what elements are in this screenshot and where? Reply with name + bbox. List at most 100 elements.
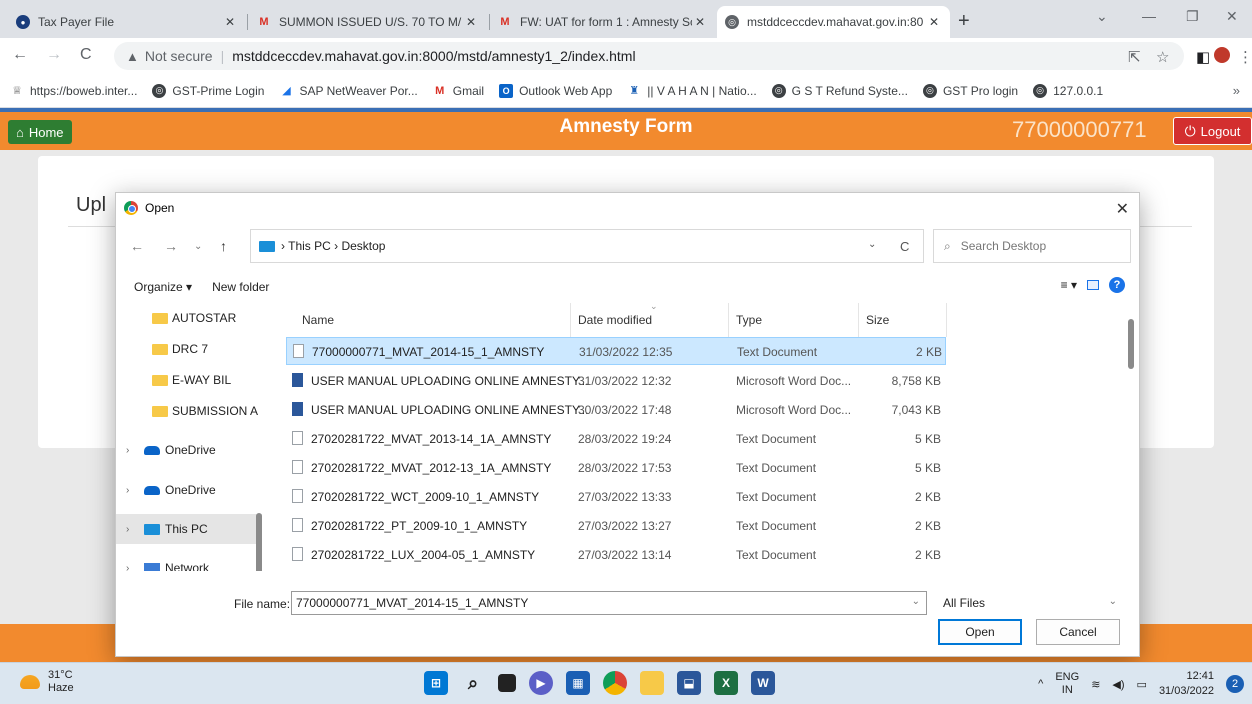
bookmark-sap[interactable]: ◢ SAP NetWeaver Por...	[279, 84, 418, 98]
file-row[interactable]: 77000000771_MVAT_2014-15_1_AMNSTY 31/03/…	[286, 337, 946, 365]
organize-button[interactable]: Organize ▾	[134, 280, 192, 294]
chrome-icon[interactable]	[603, 671, 627, 695]
open-button[interactable]: Open	[938, 619, 1022, 645]
bookmark-boweb[interactable]: ♕ https://boweb.inter...	[10, 84, 137, 98]
preview-pane-icon[interactable]	[1087, 280, 1099, 290]
bookmark-localhost[interactable]: ◎ 127.0.0.1	[1033, 83, 1103, 98]
bookmark-gst-refund[interactable]: ◎ G S T Refund Syste...	[771, 83, 908, 98]
forward-button[interactable]: →	[46, 46, 62, 64]
address-bar[interactable]: ▲ Not secure | mstddceccdev.mahavat.gov.…	[114, 42, 1184, 70]
bookmark-gst-prime[interactable]: ◎ GST-Prime Login	[152, 83, 264, 98]
file-row[interactable]: 27020281722_MVAT_2013-14_1A_AMNSTY 28/03…	[286, 425, 946, 453]
column-divider[interactable]	[858, 303, 859, 337]
language-indicator[interactable]: ENG IN	[1055, 671, 1079, 697]
view-options-icon[interactable]: ≡ ▾	[1061, 278, 1077, 292]
minimize-button[interactable]: —	[1142, 8, 1156, 24]
star-icon[interactable]: ☆	[1156, 48, 1169, 66]
logout-button[interactable]: ⏻ Logout	[1173, 117, 1252, 145]
reload-button[interactable]: C	[80, 46, 92, 64]
tab-uat[interactable]: M FW: UAT for form 1 : Amnesty Sc ✕	[490, 6, 716, 38]
search-input[interactable]: ⌕ Search Desktop	[933, 229, 1131, 263]
file-type-select[interactable]: All Files ⌄	[937, 591, 1123, 615]
new-tab-button[interactable]: +	[958, 10, 970, 33]
chevron-down-icon[interactable]: ⌄	[868, 239, 876, 250]
file-list-scrollbar[interactable]	[1128, 319, 1134, 369]
chevron-down-icon[interactable]: ⌄	[1109, 596, 1117, 607]
close-icon[interactable]: ✕	[692, 15, 708, 29]
back-button[interactable]: ←	[12, 46, 28, 64]
column-header-name[interactable]: Name	[302, 303, 334, 337]
start-icon[interactable]: ⊞	[424, 671, 448, 695]
nav-item-this-pc[interactable]: › This PC	[116, 514, 262, 544]
share-icon[interactable]: ⇱	[1128, 48, 1141, 66]
new-folder-button[interactable]: New folder	[212, 280, 269, 294]
chevron-right-icon[interactable]: ›	[126, 524, 140, 535]
chevron-up-icon[interactable]: ^	[1038, 678, 1043, 690]
column-header-date[interactable]: Date modified	[578, 303, 652, 337]
bookmark-gmail[interactable]: M Gmail	[433, 84, 484, 98]
tab-summon[interactable]: M SUMMON ISSUED U/S. 70 TO M/ ✕	[249, 6, 487, 38]
search-icon[interactable]: ⌕	[461, 671, 485, 695]
file-name-input[interactable]: 77000000771_MVAT_2014-15_1_AMNSTY ⌄	[291, 591, 927, 615]
close-icon[interactable]: ✕	[926, 15, 942, 29]
column-divider[interactable]	[946, 303, 947, 337]
volume-icon[interactable]: ◀)	[1112, 678, 1124, 691]
tab-mstd-active[interactable]: ◎ mstddceccdev.mahavat.gov.in:80 ✕	[717, 6, 950, 38]
file-row[interactable]: 27020281722_WCT_2009-10_1_AMNSTY 27/03/2…	[286, 483, 946, 511]
chevron-right-icon[interactable]: ›	[126, 445, 140, 456]
refresh-icon[interactable]: C	[900, 239, 909, 254]
up-button[interactable]: ↑	[220, 238, 227, 254]
chevron-down-icon[interactable]: ⌄	[912, 596, 920, 607]
nav-item-onedrive-2[interactable]: › OneDrive	[116, 475, 262, 505]
excel-icon[interactable]: X	[714, 671, 738, 695]
window-close-button[interactable]: ✕	[1226, 8, 1238, 25]
help-icon[interactable]: ?	[1109, 277, 1125, 293]
more-bookmarks-icon[interactable]: »	[1233, 83, 1240, 98]
restore-button[interactable]: ❐	[1186, 8, 1199, 25]
widgets-icon[interactable]: ▦	[566, 671, 590, 695]
avatar[interactable]	[1214, 47, 1230, 63]
file-row[interactable]: USER MANUAL UPLOADING ONLINE AMNESTY... …	[286, 396, 946, 424]
path-bar[interactable]: › This PC › Desktop	[250, 229, 924, 263]
column-header-type[interactable]: Type	[736, 303, 762, 337]
forward-button[interactable]: →	[164, 238, 178, 254]
file-row[interactable]: USER MANUAL UPLOADING ONLINE AMNESTY... …	[286, 367, 946, 395]
chevron-right-icon[interactable]: ›	[126, 563, 140, 572]
dialog-close-button[interactable]: ✕	[1116, 199, 1129, 219]
nav-item-submission[interactable]: SUBMISSION A	[116, 396, 262, 426]
bookmark-vahan[interactable]: ♜ || V A H A N | Natio...	[627, 84, 756, 98]
chat-icon[interactable]: ▶	[529, 671, 553, 695]
file-row[interactable]: 27020281722_MVAT_2012-13_1A_AMNSTY 28/03…	[286, 454, 946, 482]
back-button[interactable]: ←	[130, 238, 144, 254]
nav-scrollbar[interactable]	[256, 513, 262, 571]
nav-item-onedrive[interactable]: › OneDrive	[116, 435, 262, 465]
close-icon[interactable]: ✕	[463, 15, 479, 29]
tab-tax-payer-file[interactable]: ● Tax Payer File ✕	[8, 6, 246, 38]
column-divider[interactable]	[570, 303, 571, 337]
close-icon[interactable]: ✕	[222, 15, 238, 29]
menu-icon[interactable]: ⋮	[1238, 48, 1252, 66]
cancel-button[interactable]: Cancel	[1036, 619, 1120, 645]
column-divider[interactable]	[728, 303, 729, 337]
task-view-icon[interactable]	[498, 674, 516, 692]
file-row[interactable]: 27020281722_PT_2009-10_1_AMNSTY 27/03/20…	[286, 512, 946, 540]
column-header-size[interactable]: Size	[866, 303, 889, 337]
file-row[interactable]: 27020281722_LUX_2004-05_1_AMNSTY 27/03/2…	[286, 541, 946, 569]
clock[interactable]: 12:41 31/03/2022	[1159, 669, 1214, 699]
recent-dropdown-icon[interactable]: ⌄	[194, 241, 202, 252]
chevron-right-icon[interactable]: ›	[126, 485, 140, 496]
weather-widget[interactable]: 31°C Haze	[20, 669, 74, 695]
bookmark-outlook[interactable]: O Outlook Web App	[499, 83, 612, 98]
battery-icon[interactable]: ▭	[1137, 678, 1147, 691]
notification-badge[interactable]: 2	[1226, 675, 1244, 693]
word-icon[interactable]: W	[751, 671, 775, 695]
file-explorer-icon[interactable]	[640, 671, 664, 695]
bookmark-gst-pro[interactable]: ◎ GST Pro login	[922, 83, 1018, 98]
nav-item-network[interactable]: › Network	[116, 553, 262, 571]
wifi-icon[interactable]: ≋	[1091, 678, 1100, 691]
nav-item-eway-bil[interactable]: E-WAY BIL	[116, 365, 262, 395]
store-icon[interactable]: ⬓	[677, 671, 701, 695]
nav-item-autostar[interactable]: AUTOSTAR	[116, 303, 262, 333]
chevron-down-icon[interactable]: ⌄	[1096, 8, 1108, 25]
nav-item-drc7[interactable]: DRC 7	[116, 334, 262, 364]
